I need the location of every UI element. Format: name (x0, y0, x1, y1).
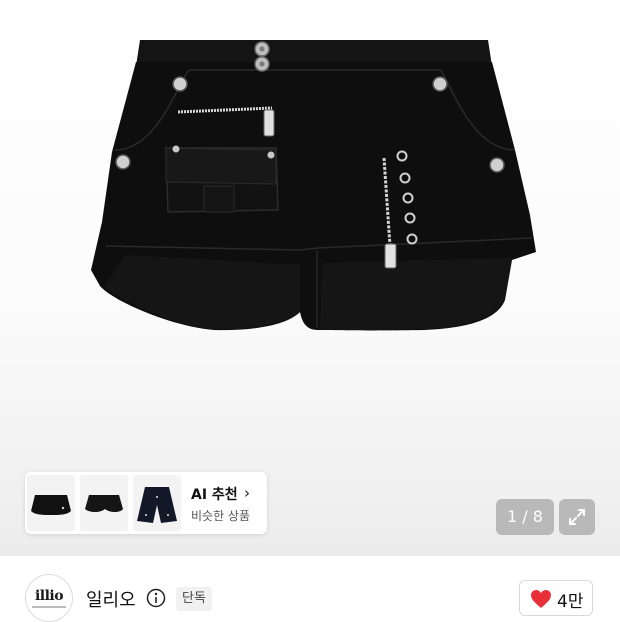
recommendation-subtitle: 비슷한 상품 (191, 509, 251, 523)
recommendation-title: AI 추천 (191, 487, 238, 503)
like-button[interactable]: 4만 (519, 580, 593, 616)
brand-logo-tagline (32, 606, 66, 608)
recommendation-thumbnail[interactable] (27, 475, 75, 531)
heart-icon (531, 590, 551, 608)
product-gallery[interactable]: AI 추천 › 비슷한 상품 1 / 8 (0, 0, 620, 556)
expand-arrows-icon (569, 509, 585, 525)
recommendation-thumbnail[interactable] (80, 475, 128, 531)
info-icon[interactable] (146, 588, 166, 608)
brand-name[interactable]: 일리오 (86, 586, 136, 612)
recommendation-thumbnail[interactable] (133, 475, 181, 531)
like-count: 4만 (557, 592, 584, 612)
chevron-right-icon: › (244, 484, 250, 502)
brand-logo[interactable]: illio (25, 574, 73, 622)
image-counter: 1 / 8 (496, 499, 554, 535)
expand-button[interactable] (559, 499, 595, 535)
ai-recommendation-card[interactable]: AI 추천 › 비슷한 상품 (25, 472, 267, 534)
brand-logo-text: illio (34, 588, 64, 604)
exclusive-badge: 단독 (176, 587, 212, 611)
